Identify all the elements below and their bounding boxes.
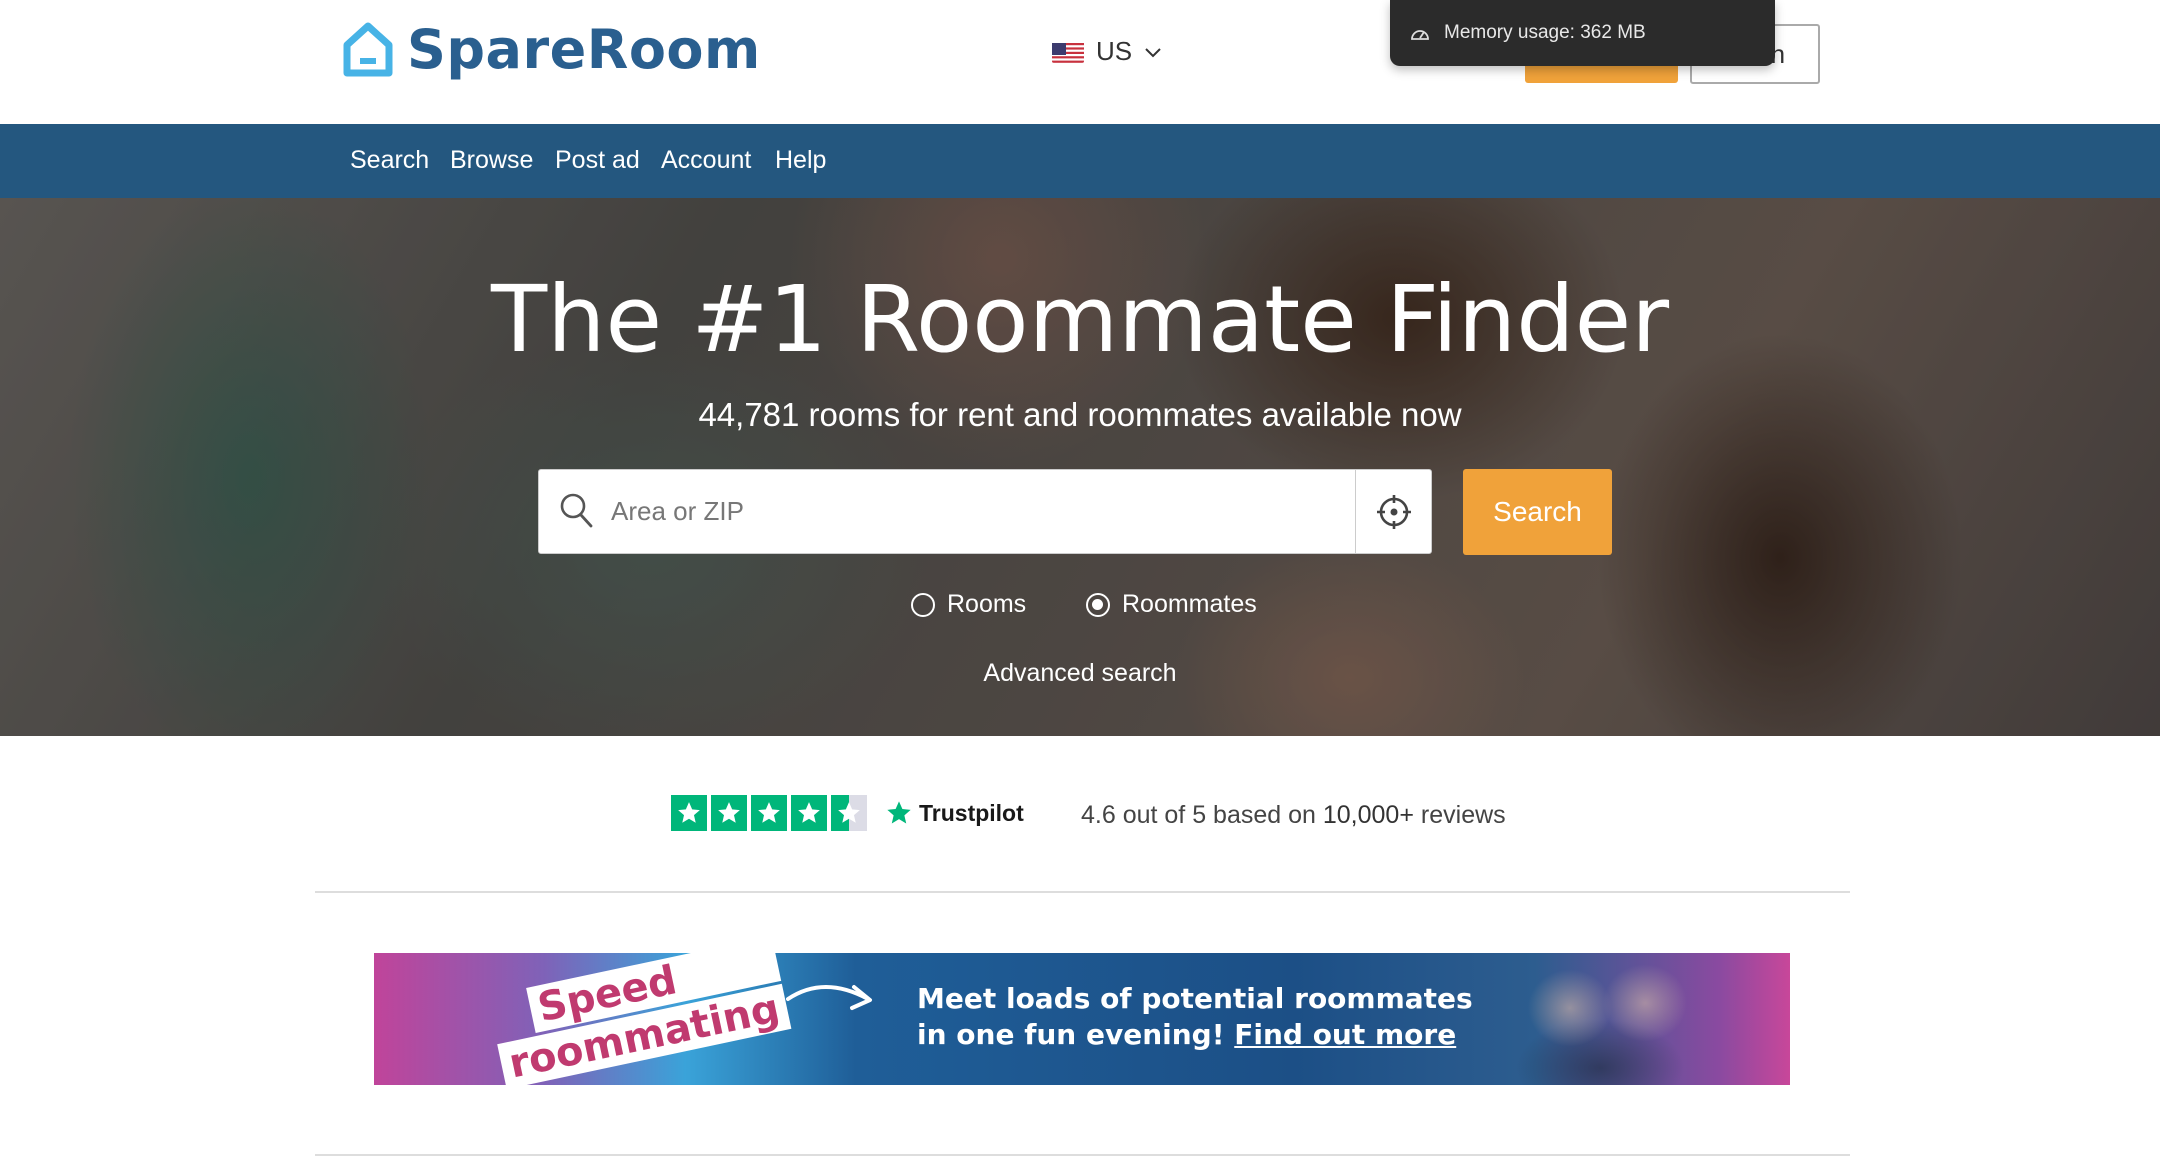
spareroom-logo[interactable]: SpareRoom — [343, 18, 761, 81]
half-star-icon — [831, 795, 867, 831]
gauge-icon — [1411, 30, 1429, 40]
find-out-more-link[interactable]: Find out more — [1234, 1018, 1456, 1051]
nav-item-browse[interactable]: Browse — [450, 146, 533, 175]
star-icon — [711, 795, 747, 831]
search-button[interactable]: Search — [1463, 469, 1612, 555]
nav-item-search[interactable]: Search — [350, 146, 429, 175]
crosshair-location-icon — [1376, 494, 1411, 529]
section-divider — [315, 1154, 1850, 1156]
chevron-down-icon — [1145, 47, 1161, 57]
radio-roommates[interactable]: Roommates — [1086, 590, 1257, 619]
banner-photo — [1470, 953, 1730, 1085]
trustpilot-stars — [671, 795, 867, 831]
nav-item-help[interactable]: Help — [775, 146, 826, 175]
banner-text: Meet loads of potential roommates in one… — [917, 981, 1473, 1053]
trustpilot-logo: Trustpilot — [885, 799, 1024, 827]
trustpilot-brand-text: Trustpilot — [919, 799, 1024, 826]
site-header: SpareRoom US in — [0, 0, 2160, 124]
banner-line-2: in one fun evening! Find out more — [917, 1017, 1473, 1053]
nav-item-account[interactable]: Account — [661, 146, 751, 175]
banner-line-2-prefix: in one fun evening! — [917, 1018, 1225, 1051]
speed-roommating-tag: Speed roommating — [487, 953, 792, 1085]
search-box — [538, 469, 1432, 554]
hero-title: The #1 Roommate Finder — [490, 266, 1670, 373]
radio-circle — [911, 592, 935, 617]
us-flag-icon — [1052, 41, 1084, 63]
star-icon — [751, 795, 787, 831]
star-icon — [791, 795, 827, 831]
hero-section: The #1 Roommate Finder 44,781 rooms for … — [0, 198, 2160, 736]
trustpilot-summary: 4.6 out of 5 based on 10,000+ reviews — [1081, 801, 1506, 830]
country-code: US — [1096, 36, 1133, 66]
review-count: 10,000+ — [1322, 801, 1414, 829]
house-logo-icon — [343, 22, 393, 76]
main-nav: Search Browse Post ad Account Help — [0, 124, 2160, 198]
radio-roommates-label: Roommates — [1122, 590, 1257, 618]
radio-rooms[interactable]: Rooms — [911, 590, 1026, 619]
memory-usage-text: Memory usage: 362 MB — [1444, 22, 1646, 43]
radio-rooms-label: Rooms — [947, 590, 1027, 618]
speed-roommating-banner[interactable]: Speed roommating Meet loads of potential… — [374, 953, 1790, 1085]
section-divider — [315, 891, 1850, 893]
trustpilot-star-icon — [887, 801, 911, 824]
logo-text: SpareRoom — [407, 18, 761, 81]
advanced-search-link[interactable]: Advanced search — [983, 659, 1176, 687]
advanced-search-wrapper: Advanced search — [0, 659, 2160, 688]
radio-circle-selected — [1086, 592, 1110, 617]
arrow-right-icon — [786, 985, 872, 1010]
rating-text: 4.6 out of 5 based on — [1081, 801, 1316, 829]
country-selector[interactable]: US — [1052, 36, 1162, 67]
hero-subtitle: 44,781 rooms for rent and roommates avai… — [698, 396, 1462, 433]
use-location-button[interactable] — [1355, 470, 1431, 553]
area-zip-input[interactable] — [611, 470, 1351, 553]
memory-usage-tooltip: Memory usage: 362 MB — [1390, 0, 1775, 66]
reviews-suffix: reviews — [1420, 801, 1506, 829]
banner-line-1: Meet loads of potential roommates — [917, 982, 1473, 1015]
search-icon — [560, 493, 593, 528]
star-icon — [671, 795, 707, 831]
nav-item-post-ad[interactable]: Post ad — [555, 146, 640, 175]
trustpilot-rating[interactable]: Trustpilot — [671, 795, 1024, 831]
